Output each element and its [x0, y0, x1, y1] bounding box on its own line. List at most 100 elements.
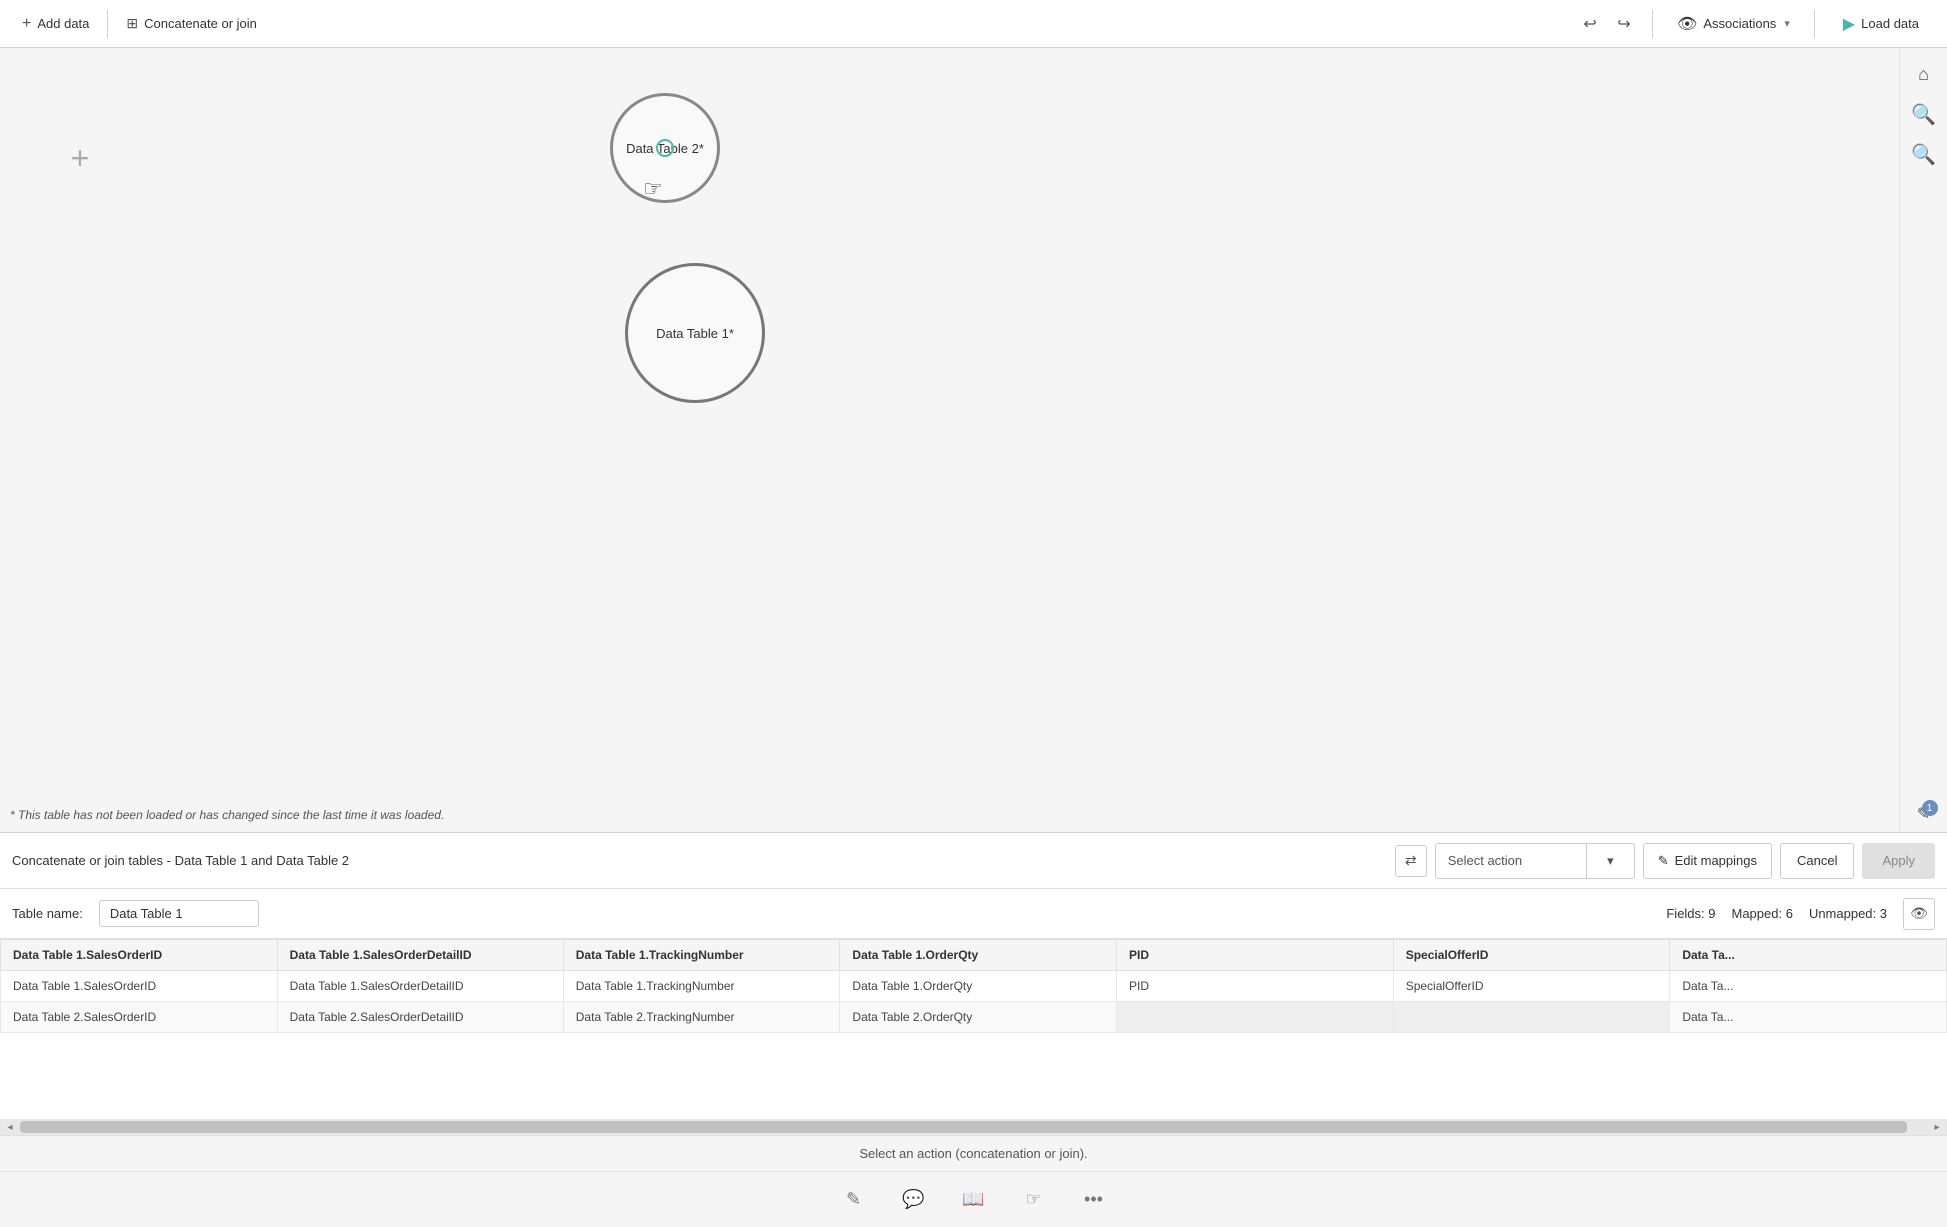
- select-action-placeholder: Select action: [1436, 853, 1586, 868]
- cancel-button[interactable]: Cancel: [1780, 843, 1854, 879]
- toolbar-right: ↩ ↪ 👁 Associations ▾ ▶ Load data: [1574, 8, 1935, 40]
- bottom-more-icon: •••: [1084, 1189, 1103, 1210]
- notification-badge-dot: 1: [1922, 800, 1938, 816]
- col-header-3: Data Table 1.OrderQty: [840, 940, 1117, 971]
- associations-button[interactable]: 👁 Associations ▾: [1665, 8, 1802, 40]
- cell-0-4: PID: [1117, 971, 1394, 1002]
- swap-icon: ⇄: [1405, 852, 1417, 869]
- load-data-label: Load data: [1861, 16, 1919, 31]
- data-table-1-node[interactable]: Data Table 1*: [625, 263, 765, 403]
- cell-0-1: Data Table 1.SalesOrderDetailID: [277, 971, 563, 1002]
- status-text: Select an action (concatenation or join)…: [859, 1146, 1087, 1161]
- data-table-1-label: Data Table 1*: [656, 326, 734, 341]
- bottom-pencil-button[interactable]: ✎: [836, 1182, 872, 1218]
- canvas-plus-icon: +: [71, 140, 90, 177]
- action-bar: Concatenate or join tables - Data Table …: [0, 833, 1947, 889]
- edit-mappings-button[interactable]: ✎ Edit mappings: [1643, 843, 1772, 879]
- table-name-row: Table name: Fields: 9 Mapped: 6 Unmapped…: [0, 889, 1947, 939]
- bottom-icons-bar: ✎ 💬 📖 ☞ •••: [0, 1171, 1947, 1227]
- scroll-arrow-right[interactable]: ▸: [1929, 1119, 1945, 1135]
- cell-1-6: Data Ta...: [1670, 1002, 1947, 1033]
- bottom-book-icon: 📖: [962, 1189, 984, 1210]
- dropdown-arrow-icon: ▾: [1586, 844, 1634, 878]
- cancel-label: Cancel: [1797, 853, 1837, 868]
- table-name-input[interactable]: [99, 900, 259, 927]
- col-header-4: PID: [1117, 940, 1394, 971]
- canvas-add-button[interactable]: +: [60, 138, 100, 178]
- eye-icon: 👁: [1910, 905, 1928, 922]
- zoom-in-icon: 🔍: [1911, 102, 1936, 127]
- preview-button[interactable]: 👁: [1903, 898, 1935, 930]
- zoom-out-icon: 🔍: [1911, 142, 1936, 167]
- concatenate-join-button[interactable]: ⊞ Concatenate or join: [116, 9, 266, 38]
- select-action-dropdown[interactable]: Select action ▾: [1435, 843, 1635, 879]
- col-header-6: Data Ta...: [1670, 940, 1947, 971]
- unmapped-count: Unmapped: 3: [1809, 906, 1887, 921]
- cell-1-3: Data Table 2.OrderQty: [840, 1002, 1117, 1033]
- cell-1-4: [1117, 1002, 1394, 1033]
- redo-icon: ↪: [1617, 14, 1630, 34]
- apply-label: Apply: [1882, 853, 1915, 868]
- fields-info: Fields: 9 Mapped: 6 Unmapped: 3: [1666, 906, 1887, 921]
- notification-area: ✎ 1: [1906, 796, 1942, 832]
- node-teal-indicator: [656, 139, 674, 157]
- cell-1-5: [1393, 1002, 1670, 1033]
- apply-button[interactable]: Apply: [1862, 843, 1935, 879]
- right-sidebar: ⌂ 🔍 🔍 ✎ 1: [1899, 48, 1947, 832]
- toolbar-left: + Add data ⊞ Concatenate or join: [12, 9, 1574, 39]
- cell-0-0: Data Table 1.SalesOrderID: [1, 971, 278, 1002]
- cell-1-1: Data Table 2.SalesOrderDetailID: [277, 1002, 563, 1033]
- toolbar-divider-3: [1814, 10, 1815, 38]
- eye-associations-icon: 👁: [1677, 14, 1697, 34]
- bottom-panel: Concatenate or join tables - Data Table …: [0, 832, 1947, 1227]
- bottom-pencil-icon: ✎: [846, 1189, 861, 1210]
- edit-mappings-label: Edit mappings: [1675, 853, 1757, 868]
- table-row: Data Table 2.SalesOrderID Data Table 2.S…: [1, 1002, 1947, 1033]
- action-bar-title: Concatenate or join tables - Data Table …: [12, 853, 1387, 868]
- zoom-in-button[interactable]: 🔍: [1906, 96, 1942, 132]
- horizontal-scrollbar[interactable]: ◂ ▸: [0, 1119, 1947, 1135]
- bottom-book-button[interactable]: 📖: [956, 1182, 992, 1218]
- scroll-arrow-left[interactable]: ◂: [2, 1119, 18, 1135]
- canvas-note: * This table has not been loaded or has …: [10, 808, 444, 822]
- cell-1-0: Data Table 2.SalesOrderID: [1, 1002, 278, 1033]
- associations-dropdown-icon: ▾: [1784, 17, 1790, 30]
- undo-icon: ↩: [1583, 14, 1596, 34]
- col-header-1: Data Table 1.SalesOrderDetailID: [277, 940, 563, 971]
- main-area: + Data Table 2* ☞ Data Table 1* * This t…: [0, 48, 1947, 832]
- zoom-out-button[interactable]: 🔍: [1906, 136, 1942, 172]
- table-name-label: Table name:: [12, 906, 83, 921]
- load-data-icon: ▶: [1843, 14, 1855, 34]
- cell-0-2: Data Table 1.TrackingNumber: [563, 971, 840, 1002]
- bottom-chat-button[interactable]: 💬: [896, 1182, 932, 1218]
- home-button[interactable]: ⌂: [1906, 56, 1942, 92]
- home-icon: ⌂: [1918, 64, 1929, 85]
- status-bar: Select an action (concatenation or join)…: [0, 1135, 1947, 1171]
- cell-1-2: Data Table 2.TrackingNumber: [563, 1002, 840, 1033]
- cursor-hand-icon: ☞: [643, 176, 663, 202]
- canvas-area: + Data Table 2* ☞ Data Table 1* * This t…: [0, 48, 1899, 832]
- col-header-5: SpecialOfferID: [1393, 940, 1670, 971]
- col-header-0: Data Table 1.SalesOrderID: [1, 940, 278, 971]
- bottom-pointer-button[interactable]: ☞: [1016, 1182, 1052, 1218]
- toolbar-divider-2: [1652, 10, 1653, 38]
- cell-0-6: Data Ta...: [1670, 971, 1947, 1002]
- fields-count: Fields: 9: [1666, 906, 1715, 921]
- top-toolbar: + Add data ⊞ Concatenate or join ↩ ↪ 👁 A…: [0, 0, 1947, 48]
- data-table-2-node[interactable]: Data Table 2* ☞: [610, 93, 720, 203]
- edit-mappings-icon: ✎: [1658, 853, 1669, 869]
- cell-0-5: SpecialOfferID: [1393, 971, 1670, 1002]
- swap-button[interactable]: ⇄: [1395, 845, 1427, 877]
- table-row: Data Table 1.SalesOrderID Data Table 1.S…: [1, 971, 1947, 1002]
- associations-label: Associations: [1703, 16, 1776, 31]
- add-data-button[interactable]: + Add data: [12, 9, 99, 39]
- scroll-thumb[interactable]: [20, 1121, 1907, 1133]
- redo-button[interactable]: ↪: [1608, 8, 1640, 40]
- undo-button[interactable]: ↩: [1574, 8, 1606, 40]
- bottom-more-button[interactable]: •••: [1076, 1182, 1112, 1218]
- load-data-button[interactable]: ▶ Load data: [1827, 8, 1935, 40]
- undo-redo-group: ↩ ↪: [1574, 8, 1640, 40]
- data-table-container: Data Table 1.SalesOrderID Data Table 1.S…: [0, 939, 1947, 1119]
- concatenate-join-label: Concatenate or join: [144, 16, 257, 31]
- bottom-chat-icon: 💬: [902, 1189, 924, 1210]
